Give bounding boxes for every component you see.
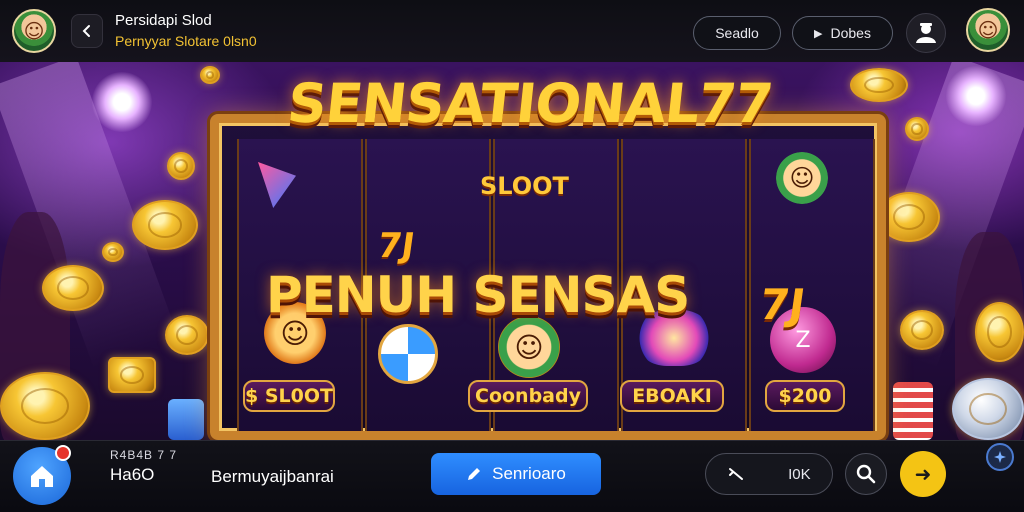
- gold-coin-icon: [165, 315, 209, 355]
- symbol-tag: EBOAKI: [620, 380, 724, 412]
- spotlight-icon: [946, 66, 1006, 126]
- back-button[interactable]: [71, 14, 103, 48]
- game-logo: SENSATIONAL77: [284, 72, 776, 135]
- profile-avatar[interactable]: ☺: [966, 8, 1010, 52]
- top-bar: ☺ Persidapi Slod Pernyyar Slotare 0lsn0 …: [0, 0, 1024, 62]
- bet-control[interactable]: I0K: [705, 453, 833, 495]
- spotlight-icon: [92, 72, 152, 132]
- chip-stack-icon: [893, 382, 933, 440]
- symbol-tag: $200: [765, 380, 845, 412]
- search-icon: [856, 464, 876, 484]
- user-icon: [916, 23, 936, 43]
- player-avatar[interactable]: ☺: [12, 9, 56, 53]
- avatar-face-icon: ☺: [23, 19, 45, 43]
- cupid-symbol-icon: ☺: [498, 316, 560, 378]
- chip-stack-icon: [168, 399, 204, 440]
- arrow-right-icon: ➜: [914, 462, 932, 486]
- symbol-tag: $ SL0OT: [243, 380, 335, 412]
- goblin-symbol-icon: ☺: [776, 152, 828, 204]
- chevron-left-icon: [82, 25, 90, 37]
- poker-chip-symbol-icon: [378, 324, 438, 384]
- shuffle-icon: [729, 468, 744, 480]
- search-button[interactable]: [845, 453, 887, 495]
- gold-coin-icon: [905, 117, 929, 141]
- corner-badge[interactable]: [986, 443, 1014, 471]
- gold-coin-icon: [878, 192, 940, 242]
- dobes-button[interactable]: ▶ Dobes: [792, 16, 893, 50]
- home-icon: [31, 466, 53, 487]
- spin-button[interactable]: Senrioaro: [431, 453, 601, 495]
- game-scene: ☺ ☺ Z ☺ SENSATIONAL77 SLOOT 7J PENUH SEN…: [0, 62, 1024, 440]
- game-headline: PENUH SENSAS: [266, 266, 690, 324]
- gold-coin-icon: [0, 372, 90, 440]
- gold-coin-icon: [167, 152, 195, 180]
- avatar-face-icon: ☺: [977, 18, 999, 42]
- gold-coin-icon: [102, 242, 124, 262]
- seven-symbol: 7J: [375, 226, 418, 266]
- gold-coin-icon: [132, 200, 198, 250]
- notification-badge: [55, 445, 71, 461]
- search-pill-button[interactable]: Seadlo: [693, 16, 781, 50]
- gold-coin-icon: [900, 310, 944, 350]
- gold-chip-icon: [108, 357, 156, 393]
- spin-label: Senrioaro: [492, 464, 566, 483]
- title-block: Persidapi Slod Pernyyar Slotare 0lsn0: [115, 12, 257, 49]
- seven-symbol: 7J: [756, 280, 809, 329]
- stat-value: Ha6O: [110, 465, 155, 484]
- user-button[interactable]: [906, 13, 946, 53]
- spark-icon: [994, 451, 1006, 463]
- pencil-icon: [468, 468, 481, 480]
- dobes-label: Dobes: [830, 25, 871, 41]
- page-subtitle: Pernyyar Slotare 0lsn0: [115, 33, 257, 49]
- play-icon: ▶: [814, 26, 823, 40]
- stat-label: R4B4B 7 7: [110, 448, 178, 462]
- page-title: Persidapi Slod: [115, 12, 212, 29]
- gold-coin-icon: [200, 66, 220, 84]
- game-name: Bermuyaijbanrai: [211, 467, 334, 486]
- bottom-bar: R4B4B 7 7 Ha6O Bermuyaijbanrai Senrioaro…: [0, 440, 1024, 512]
- gold-coin-icon: [975, 302, 1024, 362]
- bet-value: I0K: [788, 465, 811, 483]
- game-sublogo: SLOOT: [480, 172, 569, 200]
- silver-coin-icon: [952, 378, 1024, 440]
- gold-coin-icon: [42, 265, 104, 311]
- gold-coin-icon: [850, 68, 908, 102]
- symbol-tag: Coonbady: [468, 380, 588, 412]
- go-button[interactable]: ➜: [900, 451, 946, 497]
